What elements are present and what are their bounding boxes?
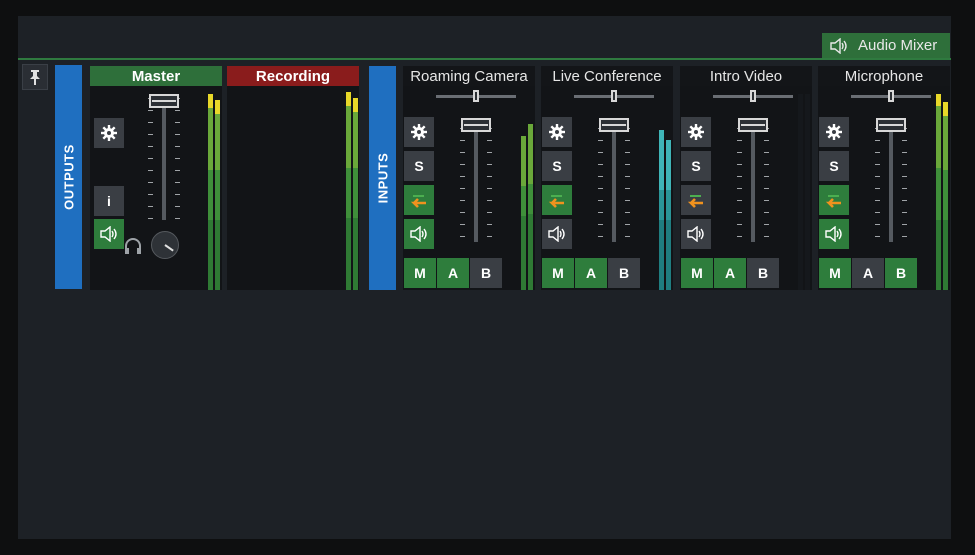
input-level-meter-left — [521, 136, 526, 290]
gear-icon — [549, 124, 565, 140]
master-fader-handle[interactable] — [149, 94, 179, 108]
speaker-icon — [830, 37, 847, 54]
mute-button[interactable] — [404, 219, 434, 249]
master-fader-scale — [148, 96, 180, 220]
headphone-volume-knob[interactable] — [151, 231, 179, 259]
recording-level-meter-right — [353, 98, 358, 290]
bus-a-button[interactable]: A — [575, 258, 607, 288]
gear-icon — [411, 124, 427, 140]
recording-panel: Recording — [227, 66, 359, 290]
input-settings-button[interactable] — [681, 117, 711, 147]
tab-label: Audio Mixer — [858, 37, 938, 54]
gear-icon — [826, 124, 842, 140]
solo-button[interactable]: S — [542, 151, 572, 181]
master-panel: Master i — [90, 66, 222, 290]
volume-fader-handle[interactable] — [876, 118, 906, 132]
bus-a-button[interactable]: A — [852, 258, 884, 288]
volume-fader-handle[interactable] — [599, 118, 629, 132]
input-level-meter-right — [943, 102, 948, 290]
input-level-meter-left — [936, 94, 941, 290]
swap-arrows-icon — [687, 195, 703, 208]
master-level-meter-left — [208, 94, 213, 290]
bus-a-button[interactable]: A — [437, 258, 469, 288]
solo-button[interactable]: S — [819, 151, 849, 181]
tab-audio-mixer[interactable]: Audio Mixer — [822, 33, 950, 58]
bus-a-button[interactable]: A — [714, 258, 746, 288]
pan-slider-handle[interactable] — [750, 90, 756, 102]
pan-slider-handle[interactable] — [611, 90, 617, 102]
input-title: Live Conference — [541, 66, 673, 86]
solo-button[interactable]: S — [681, 151, 711, 181]
input-title: Intro Video — [680, 66, 812, 86]
mute-button[interactable] — [819, 219, 849, 249]
master-info-button[interactable]: i — [94, 186, 124, 216]
speaker-icon — [100, 226, 117, 242]
input-settings-button[interactable] — [404, 117, 434, 147]
bus-b-button[interactable]: B — [885, 258, 917, 288]
recording-level-meter-left — [346, 92, 351, 290]
mute-button[interactable] — [542, 219, 572, 249]
gear-icon — [688, 124, 704, 140]
solo-button[interactable]: S — [404, 151, 434, 181]
gear-icon — [101, 125, 117, 141]
mixer-window: Audio Mixer OUTPUTS Master i Recording I… — [18, 16, 951, 539]
recording-title: Recording — [227, 66, 359, 86]
input-title: Roaming Camera — [403, 66, 535, 86]
input-settings-button[interactable] — [542, 117, 572, 147]
swap-arrows-icon — [825, 195, 841, 208]
volume-fader-scale — [737, 118, 769, 242]
mute-button[interactable] — [681, 219, 711, 249]
input-level-meter-right — [666, 140, 671, 290]
master-level-meter-right — [215, 100, 220, 290]
bus-b-button[interactable]: B — [747, 258, 779, 288]
speaker-icon — [825, 226, 842, 242]
monitor-toggle-button[interactable] — [542, 185, 572, 215]
pin-icon — [30, 70, 40, 85]
input-level-meter-left — [798, 94, 803, 290]
volume-fader-handle[interactable] — [738, 118, 768, 132]
pin-button[interactable] — [22, 64, 48, 90]
volume-fader-scale — [598, 118, 630, 242]
speaker-icon — [548, 226, 565, 242]
headphones-icon — [125, 238, 141, 254]
input-settings-button[interactable] — [819, 117, 849, 147]
speaker-icon — [410, 226, 427, 242]
inputs-label: INPUTS — [369, 66, 396, 290]
mixer-content: OUTPUTS Master i Recording INPUTS Roamin… — [18, 60, 951, 539]
pan-slider-handle[interactable] — [473, 90, 479, 102]
bus-master-button[interactable]: M — [819, 258, 851, 288]
bus-master-button[interactable]: M — [542, 258, 574, 288]
input-panel-roaming-camera: Roaming Camera S M A B — [403, 66, 535, 290]
monitor-toggle-button[interactable] — [819, 185, 849, 215]
input-level-meter-left — [659, 130, 664, 290]
volume-fader-scale — [875, 118, 907, 242]
master-title: Master — [90, 66, 222, 86]
input-title: Microphone — [818, 66, 950, 86]
top-bar: Audio Mixer — [18, 16, 951, 60]
volume-fader-handle[interactable] — [461, 118, 491, 132]
input-panel-live-conference: Live Conference S M A B — [541, 66, 673, 290]
volume-fader-scale — [460, 118, 492, 242]
master-settings-button[interactable] — [94, 118, 124, 148]
bus-master-button[interactable]: M — [681, 258, 713, 288]
monitor-toggle-button[interactable] — [404, 185, 434, 215]
input-level-meter-right — [528, 124, 533, 290]
master-mute-button[interactable] — [94, 219, 124, 249]
swap-arrows-icon — [548, 195, 564, 208]
bus-master-button[interactable]: M — [404, 258, 436, 288]
monitor-toggle-button[interactable] — [681, 185, 711, 215]
input-panel-intro-video: Intro Video S M A B — [680, 66, 812, 290]
input-panel-microphone: Microphone S M A B — [818, 66, 950, 290]
speaker-icon — [687, 226, 704, 242]
outputs-label: OUTPUTS — [55, 65, 82, 289]
swap-arrows-icon — [410, 193, 427, 208]
pan-slider-handle[interactable] — [888, 90, 894, 102]
bus-b-button[interactable]: B — [470, 258, 502, 288]
bus-b-button[interactable]: B — [608, 258, 640, 288]
input-level-meter-right — [805, 94, 810, 290]
